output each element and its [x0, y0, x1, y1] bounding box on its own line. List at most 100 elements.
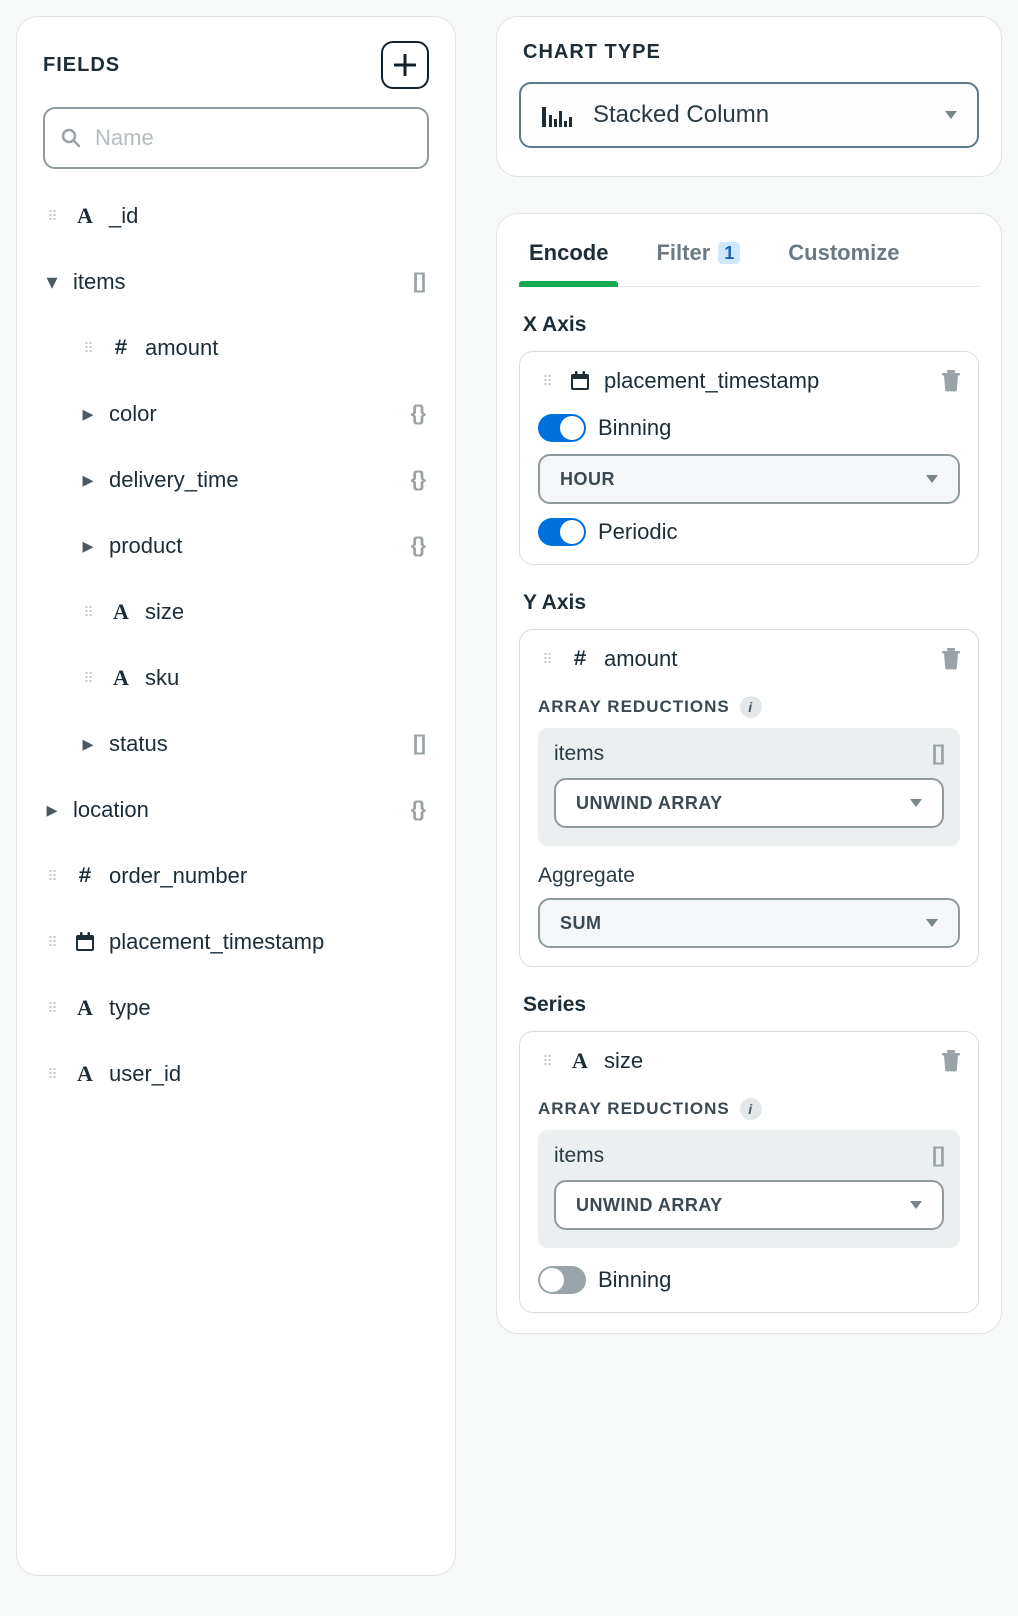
series-reduction-subcard: items [] UNWIND ARRAY [538, 1130, 960, 1248]
info-icon[interactable]: i [740, 696, 762, 718]
series-card: ⠿ A size ARRAY REDUCTIONS i items [] UNW… [519, 1031, 979, 1313]
y-array-reductions-label: ARRAY REDUCTIONS [538, 697, 730, 717]
field-row[interactable]: ⠿ Atype [39, 975, 433, 1041]
x-binning-select[interactable]: HOUR [538, 454, 960, 504]
field-row[interactable]: ⠿ Asku [39, 645, 433, 711]
x-axis-card: ⠿ placement_timestamp Binning HOUR Perio… [519, 351, 979, 565]
x-binning-label: Binning [598, 415, 671, 441]
type-badge: [] [413, 732, 425, 756]
x-axis-field-name: placement_timestamp [604, 368, 930, 394]
y-reduction-select[interactable]: UNWIND ARRAY [554, 778, 944, 828]
plus-icon [394, 54, 416, 76]
field-name: placement_timestamp [109, 929, 425, 955]
calendar-icon [73, 931, 97, 953]
y-aggregate-select[interactable]: SUM [538, 898, 960, 948]
series-field-name: size [604, 1048, 930, 1074]
field-name: sku [145, 665, 425, 691]
x-axis-remove-button[interactable] [942, 370, 960, 392]
drag-handle-icon[interactable]: ⠿ [43, 213, 61, 219]
drag-handle-icon[interactable]: ⠿ [538, 378, 556, 384]
field-row[interactable]: ▸color{} [39, 381, 433, 447]
caret-right-icon[interactable]: ▸ [79, 467, 97, 493]
columns-icon [541, 101, 575, 129]
search-field-wrap[interactable] [43, 107, 429, 169]
field-name: type [109, 995, 425, 1021]
field-row[interactable]: ▸ location {} [39, 777, 433, 843]
add-field-button[interactable] [381, 41, 429, 89]
series-array-reductions-label: ARRAY REDUCTIONS [538, 1099, 730, 1119]
drag-handle-icon[interactable]: ⠿ [79, 675, 97, 681]
field-name: color [109, 401, 399, 427]
chart-type-select[interactable]: Stacked Column [519, 82, 979, 148]
caret-right-icon[interactable]: ▸ [79, 731, 97, 757]
series-reduction-select[interactable]: UNWIND ARRAY [554, 1180, 944, 1230]
field-row[interactable]: ⠿Asize [39, 579, 433, 645]
y-axis-remove-button[interactable] [942, 648, 960, 670]
field-row[interactable]: ⠿ # amount [39, 315, 433, 381]
drag-handle-icon[interactable]: ⠿ [43, 1071, 61, 1077]
fields-panel: FIELDS ⠿A_id▾items[]⠿#amount▸color{}▸del… [16, 16, 456, 1576]
caret-right-icon[interactable]: ▸ [43, 797, 61, 823]
x-periodic-toggle[interactable] [538, 518, 586, 546]
field-name: status [109, 731, 401, 757]
tab-encode[interactable]: Encode [525, 228, 612, 286]
array-type-badge: [] [932, 742, 944, 766]
number-icon: # [73, 864, 97, 889]
chevron-down-icon [910, 799, 922, 807]
caret-right-icon[interactable]: ▸ [79, 533, 97, 559]
drag-handle-icon[interactable]: ⠿ [538, 656, 556, 662]
chart-type-title: CHART TYPE [519, 37, 979, 82]
drag-handle-icon[interactable]: ⠿ [43, 1005, 61, 1011]
string-icon: A [109, 599, 133, 625]
series-remove-button[interactable] [942, 1050, 960, 1072]
fields-list: ⠿A_id▾items[]⠿#amount▸color{}▸delivery_t… [39, 183, 433, 1107]
field-name: location [73, 797, 399, 823]
field-row[interactable]: ▸product{} [39, 513, 433, 579]
encode-panel: Encode Filter 1 Customize X Axis ⠿ place… [496, 213, 1002, 1334]
string-icon: A [73, 995, 97, 1021]
array-type-badge: [] [932, 1144, 944, 1168]
string-icon: A [73, 203, 97, 229]
drag-handle-icon[interactable]: ⠿ [79, 345, 97, 351]
tab-filter-label: Filter [656, 240, 710, 266]
number-icon: # [568, 647, 592, 672]
field-row[interactable]: ⠿#order_number [39, 843, 433, 909]
y-aggregate-value: SUM [560, 913, 926, 934]
chart-type-selected: Stacked Column [593, 101, 945, 129]
field-name: items [73, 269, 401, 295]
field-row[interactable]: ⠿Auser_id [39, 1041, 433, 1107]
series-binning-toggle[interactable] [538, 1266, 586, 1294]
field-row[interactable]: ▸ status [] [39, 711, 433, 777]
drag-handle-icon[interactable]: ⠿ [43, 873, 61, 879]
y-axis-label: Y Axis [523, 591, 975, 615]
caret-down-icon[interactable]: ▾ [43, 269, 61, 295]
drag-handle-icon[interactable]: ⠿ [79, 609, 97, 615]
type-badge: [] [413, 270, 425, 294]
number-icon: # [109, 336, 133, 361]
string-icon: A [109, 665, 133, 691]
type-badge: {} [411, 468, 425, 492]
caret-right-icon[interactable]: ▸ [79, 401, 97, 427]
field-row[interactable]: ▾ items [] [39, 249, 433, 315]
search-input[interactable] [93, 124, 411, 152]
field-name: user_id [109, 1061, 425, 1087]
tab-filter[interactable]: Filter 1 [652, 228, 744, 286]
field-row[interactable]: ▸ delivery_time {} [39, 447, 433, 513]
tab-customize[interactable]: Customize [784, 228, 903, 286]
x-periodic-label: Periodic [598, 519, 677, 545]
field-name: delivery_time [109, 467, 399, 493]
series-reduction-value: UNWIND ARRAY [576, 1195, 910, 1216]
drag-handle-icon[interactable]: ⠿ [43, 939, 61, 945]
trash-icon [942, 370, 960, 392]
info-icon[interactable]: i [740, 1098, 762, 1120]
drag-handle-icon[interactable]: ⠿ [538, 1058, 556, 1064]
x-binning-toggle[interactable] [538, 414, 586, 442]
string-icon: A [568, 1048, 592, 1074]
field-row[interactable]: ⠿ placement_timestamp [39, 909, 433, 975]
field-name: product [109, 533, 399, 559]
filter-count-badge: 1 [718, 242, 740, 264]
chevron-down-icon [910, 1201, 922, 1209]
field-row[interactable]: ⠿A_id [39, 183, 433, 249]
type-badge: {} [411, 798, 425, 822]
field-name: amount [145, 335, 425, 361]
